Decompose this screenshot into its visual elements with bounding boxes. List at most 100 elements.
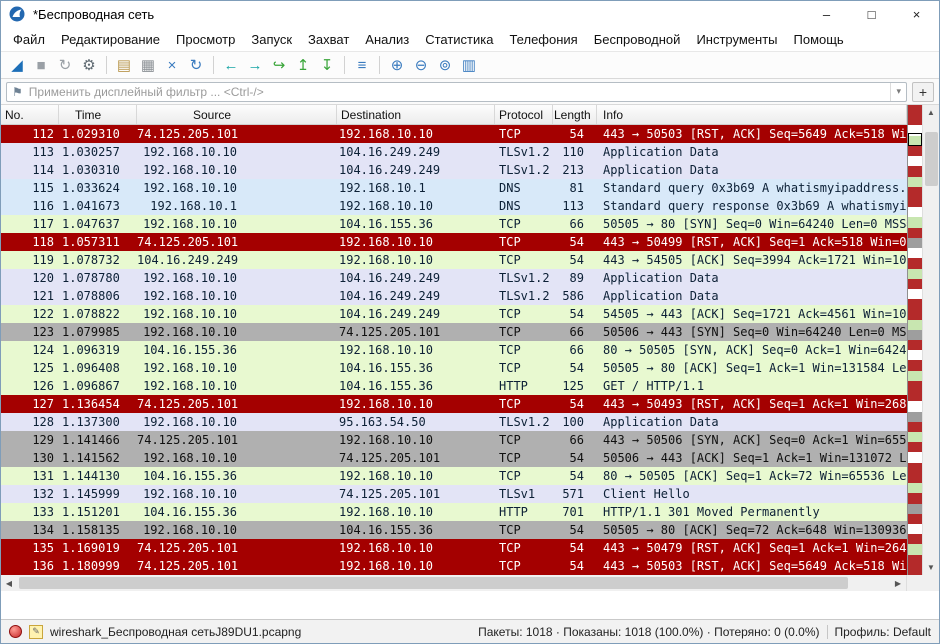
start-capture-button[interactable]: ◢: [5, 53, 29, 77]
packet-no: 129: [1, 431, 59, 449]
menu-tools[interactable]: Инструменты: [688, 29, 785, 50]
packet-dst: 104.16.249.249: [337, 161, 495, 179]
close-file-button[interactable]: ×: [160, 53, 184, 77]
expert-info-icon[interactable]: [9, 625, 22, 638]
packet-row-118[interactable]: 1181.05731174.125.205.101192.168.10.10TC…: [1, 233, 907, 251]
close-button[interactable]: ×: [894, 1, 939, 27]
column-header-proto[interactable]: Protocol: [495, 105, 553, 124]
packet-len: 125: [553, 377, 597, 395]
save-file-button[interactable]: ▦: [136, 53, 160, 77]
capture-comment-icon[interactable]: ✎: [29, 625, 43, 639]
column-header-len[interactable]: Length: [553, 105, 597, 124]
go-last-packet-button[interactable]: ↧: [315, 53, 339, 77]
menu-capture[interactable]: Захват: [300, 29, 357, 50]
vertical-scrollbar-thumb[interactable]: [925, 132, 938, 186]
packet-row-125[interactable]: 1251.096408192.168.10.10104.16.155.36TCP…: [1, 359, 907, 377]
packet-src: 74.125.205.101: [137, 233, 337, 251]
packet-row-129[interactable]: 1291.14146674.125.205.101192.168.10.10TC…: [1, 431, 907, 449]
packet-proto: TLSv1.2: [495, 143, 553, 161]
zoom-in-button[interactable]: ⊕: [385, 53, 409, 77]
packet-row-131[interactable]: 1311.144130104.16.155.36192.168.10.10TCP…: [1, 467, 907, 485]
packet-row-122[interactable]: 1221.078822192.168.10.10104.16.249.249TC…: [1, 305, 907, 323]
zoom-out-button[interactable]: ⊖: [409, 53, 433, 77]
packet-row-119[interactable]: 1191.078732104.16.249.249192.168.10.10TC…: [1, 251, 907, 269]
scroll-down-icon[interactable]: ▼: [923, 560, 939, 575]
packet-row-132[interactable]: 1321.145999192.168.10.1074.125.205.101TL…: [1, 485, 907, 503]
zoom-100-button[interactable]: ⊚: [433, 53, 457, 77]
minimap-stripe: [908, 432, 922, 442]
go-to-packet-button[interactable]: ↪: [267, 53, 291, 77]
filter-bookmark-icon[interactable]: ⚑: [12, 85, 23, 99]
menu-file[interactable]: Файл: [5, 29, 53, 50]
add-filter-button[interactable]: +: [912, 82, 934, 102]
packet-row-133[interactable]: 1331.151201104.16.155.36192.168.10.10HTT…: [1, 503, 907, 521]
packet-src: 192.168.10.10: [137, 179, 337, 197]
packet-row-130[interactable]: 1301.141562192.168.10.1074.125.205.101TC…: [1, 449, 907, 467]
horizontal-scrollbar[interactable]: ◀ ▶: [1, 575, 906, 591]
menu-telephony[interactable]: Телефония: [501, 29, 585, 50]
resize-columns-button[interactable]: ▥: [457, 53, 481, 77]
packet-row-112[interactable]: 1121.02931074.125.205.101192.168.10.10TC…: [1, 125, 907, 143]
go-back-button[interactable]: ←: [219, 53, 243, 77]
packet-row-113[interactable]: 1131.030257192.168.10.10104.16.249.249TL…: [1, 143, 907, 161]
intelligent-scrollbar[interactable]: [907, 105, 922, 575]
menu-go[interactable]: Запуск: [243, 29, 300, 50]
profile-selector[interactable]: Профиль: Default: [835, 625, 932, 639]
packet-row-127[interactable]: 1271.13645474.125.205.101192.168.10.10TC…: [1, 395, 907, 413]
maximize-button[interactable]: □: [849, 1, 894, 27]
display-filter-input[interactable]: ⚑ Применить дисплейный фильтр ... <Ctrl-…: [6, 82, 907, 102]
packet-row-120[interactable]: 1201.078780192.168.10.10104.16.249.249TL…: [1, 269, 907, 287]
toolbar-separator: [379, 56, 380, 74]
packet-dst: 104.16.155.36: [337, 377, 495, 395]
packet-row-124[interactable]: 1241.096319104.16.155.36192.168.10.10TCP…: [1, 341, 907, 359]
packet-proto: TLSv1.2: [495, 287, 553, 305]
column-header-dst[interactable]: Destination: [337, 105, 495, 124]
packet-row-117[interactable]: 1171.047637192.168.10.10104.16.155.36TCP…: [1, 215, 907, 233]
menu-edit[interactable]: Редактирование: [53, 29, 168, 50]
packet-row-134[interactable]: 1341.158135192.168.10.10104.16.155.36TCP…: [1, 521, 907, 539]
minimap-stripe: [908, 299, 922, 309]
menu-help[interactable]: Помощь: [786, 29, 852, 50]
menu-wireless[interactable]: Беспроводной: [586, 29, 689, 50]
column-header-time[interactable]: Time: [59, 105, 137, 124]
stop-capture-button[interactable]: ■: [29, 53, 53, 77]
scroll-up-icon[interactable]: ▲: [923, 105, 939, 120]
open-file-button[interactable]: ▤: [112, 53, 136, 77]
go-first-packet-button[interactable]: ↥: [291, 53, 315, 77]
packet-row-128[interactable]: 1281.137300192.168.10.1095.163.54.50TLSv…: [1, 413, 907, 431]
packet-len: 100: [553, 413, 597, 431]
packet-time: 1.144130: [59, 467, 137, 485]
column-header-info[interactable]: Info: [597, 105, 907, 124]
menu-statistics[interactable]: Статистика: [417, 29, 501, 50]
packet-time: 1.169019: [59, 539, 137, 557]
vertical-scrollbar[interactable]: ▲ ▼: [922, 105, 939, 575]
capture-options-button[interactable]: ⚙: [77, 53, 101, 77]
scroll-right-icon[interactable]: ▶: [890, 576, 906, 591]
horizontal-scrollbar-thumb[interactable]: [19, 577, 848, 589]
packet-row-126[interactable]: 1261.096867192.168.10.10104.16.155.36HTT…: [1, 377, 907, 395]
packet-no: 126: [1, 377, 59, 395]
scroll-left-icon[interactable]: ◀: [1, 576, 17, 591]
restart-capture-button[interactable]: ↻: [53, 53, 77, 77]
go-forward-button[interactable]: →: [243, 53, 267, 77]
packet-time: 1.151201: [59, 503, 137, 521]
menu-analyze[interactable]: Анализ: [357, 29, 417, 50]
minimize-button[interactable]: –: [804, 1, 849, 27]
column-header-no[interactable]: No.: [1, 105, 59, 124]
packet-proto: TCP: [495, 215, 553, 233]
packet-len: 54: [553, 467, 597, 485]
packet-row-116[interactable]: 1161.041673192.168.10.1192.168.10.10DNS1…: [1, 197, 907, 215]
packet-row-114[interactable]: 1141.030310192.168.10.10104.16.249.249TL…: [1, 161, 907, 179]
packet-row-136[interactable]: 1361.18099974.125.205.101192.168.10.10TC…: [1, 557, 907, 575]
menu-view[interactable]: Просмотр: [168, 29, 243, 50]
packet-row-121[interactable]: 1211.078806192.168.10.10104.16.249.249TL…: [1, 287, 907, 305]
auto-scroll-button[interactable]: ≡: [350, 53, 374, 77]
packet-row-123[interactable]: 1231.079985192.168.10.1074.125.205.101TC…: [1, 323, 907, 341]
packet-row-135[interactable]: 1351.16901974.125.205.101192.168.10.10TC…: [1, 539, 907, 557]
minimap-stripe: [908, 248, 922, 258]
filter-dropdown-icon[interactable]: ▾: [890, 83, 901, 101]
minimap-stripe: [908, 524, 922, 534]
column-header-src[interactable]: Source: [137, 105, 337, 124]
reload-file-button[interactable]: ↻: [184, 53, 208, 77]
packet-row-115[interactable]: 1151.033624192.168.10.10192.168.10.1DNS8…: [1, 179, 907, 197]
